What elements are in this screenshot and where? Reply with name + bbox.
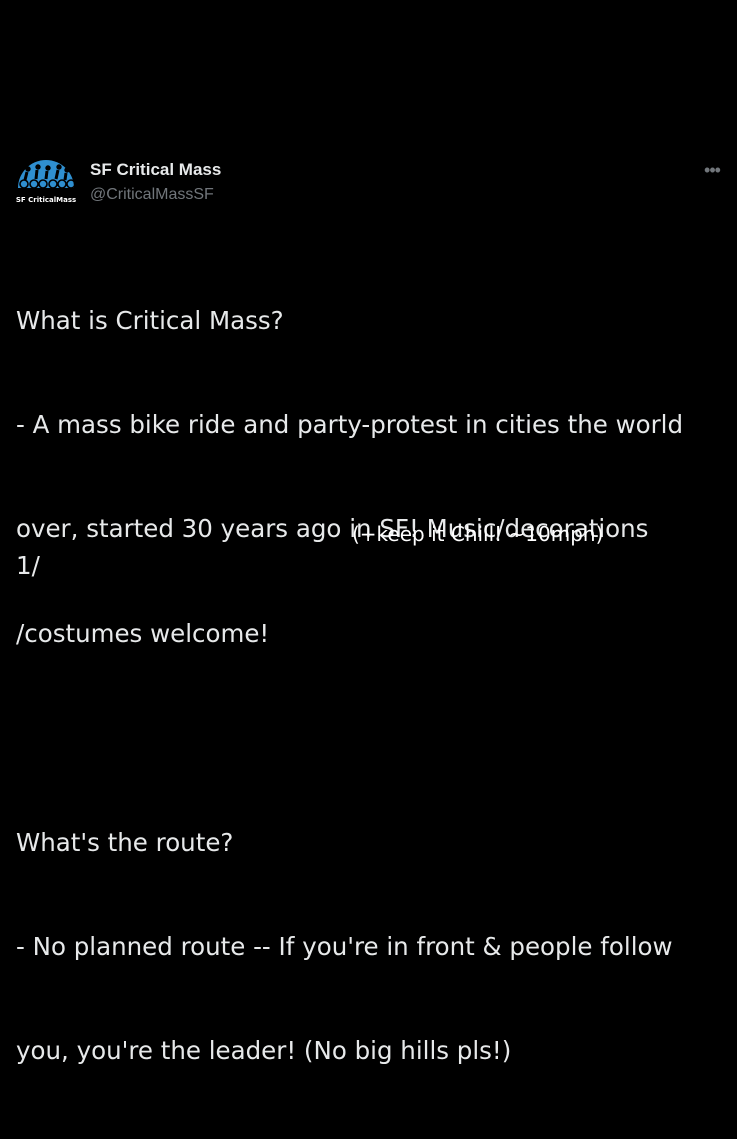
more-button[interactable]: •••: [700, 160, 724, 180]
tweet-text: What is Critical Mass? - A mass bike rid…: [16, 234, 726, 1139]
tweet-line: - No planned route -- If you're in front…: [16, 931, 673, 961]
annotation-text: (+keep it Chill! ~10mph): [352, 522, 604, 546]
tweet-line: - A mass bike ride and party-protest in …: [16, 409, 684, 439]
tweet-line: you, you're the leader! (No big hills pl…: [16, 1036, 512, 1066]
tweet-line: [16, 721, 726, 756]
tweet-line: /costumes welcome!: [16, 618, 270, 648]
more-horizontal-icon: •••: [704, 160, 721, 180]
tweet-line: What's the route?: [16, 827, 234, 857]
avatar-logo-text: SF CriticalMass: [16, 196, 76, 204]
tweet-line: What is Critical Mass?: [16, 305, 284, 335]
avatar[interactable]: SF CriticalMass: [16, 154, 76, 206]
thread-count: 1/: [16, 551, 40, 580]
tweet: SF CriticalMass SF Critical Mass @Critic…: [0, 0, 737, 1065]
handle[interactable]: @CriticalMassSF: [90, 186, 214, 204]
display-name[interactable]: SF Critical Mass: [90, 160, 221, 180]
